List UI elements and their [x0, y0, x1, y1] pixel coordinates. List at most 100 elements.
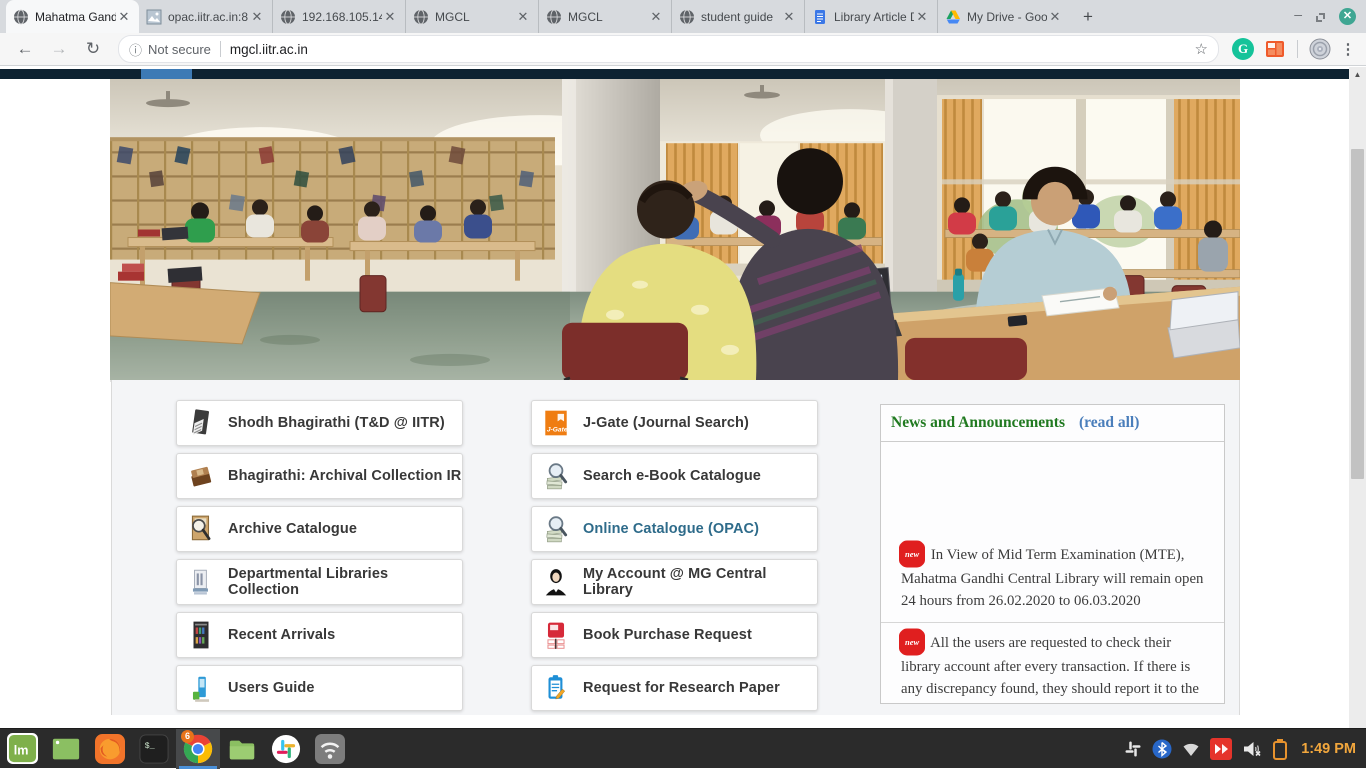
browser-tab[interactable]: student guide ✕ [671, 0, 804, 33]
browser-tab[interactable]: My Drive - Goo ✕ [937, 0, 1070, 33]
library-link-button[interactable]: Recent Arrivals [176, 612, 463, 658]
network-tray-icon[interactable] [1181, 739, 1201, 759]
library-link-button[interactable]: Search e-Book Catalogue [531, 453, 818, 499]
tab-title: 192.168.105.14 [302, 10, 382, 24]
tab-close-icon[interactable]: ✕ [648, 9, 664, 25]
library-link-button[interactable]: Archive Catalogue [176, 506, 463, 552]
forward-button[interactable]: → [46, 36, 72, 62]
browser-tab[interactable]: opac.iitr.ac.in:8 ✕ [139, 0, 272, 33]
library-link-button[interactable]: Bhagirathi: Archival Collection IR [176, 453, 463, 499]
sync-app-tray-icon[interactable] [1210, 738, 1232, 760]
globe-favicon [546, 9, 562, 25]
shelf-icon [188, 620, 214, 650]
bluetooth-tray-icon[interactable] [1152, 739, 1172, 759]
bookmark-star-icon[interactable]: ☆ [1195, 40, 1208, 58]
tab-title: MGCL [435, 10, 515, 24]
network-manager-launcher-icon[interactable] [308, 729, 352, 769]
chrome-badge: 6 [181, 730, 194, 743]
library-link-button[interactable]: Shodh Bhagirathi (T&D @ IITR) [176, 400, 463, 446]
mint-menu-button[interactable]: lm [0, 729, 44, 769]
library-link-button[interactable]: My Account @ MG Central Library [531, 559, 818, 605]
system-tray: 1:49 PM [1123, 738, 1366, 760]
svg-text:lm: lm [13, 743, 28, 757]
tab-title: MGCL [568, 10, 648, 24]
toolbar-separator [1297, 40, 1298, 58]
browser-tab[interactable]: 192.168.105.14 ✕ [272, 0, 405, 33]
browser-tab[interactable]: MGCL ✕ [405, 0, 538, 33]
window-restore-button[interactable] [1316, 9, 1325, 25]
page-nav-bar [0, 69, 1349, 79]
browser-toolbar: ← → ↻ ⓘ Not secure mgcl.iitr.ac.in ☆ G ⋮ [0, 33, 1366, 66]
paper-icon [543, 673, 569, 703]
profile-avatar[interactable] [1309, 38, 1331, 60]
globe-favicon [13, 9, 29, 25]
news-text: All the users are requested to check the… [901, 635, 1199, 697]
button-label: Book Purchase Request [583, 627, 752, 643]
web-page: Shodh Bhagirathi (T&D @ IITR) Bhagirathi… [0, 67, 1366, 728]
show-desktop-button[interactable] [44, 729, 88, 769]
tab-close-icon[interactable]: ✕ [1047, 9, 1063, 25]
volume-muted-icon[interactable] [1241, 738, 1263, 760]
taskbar-clock[interactable]: 1:49 PM [1301, 741, 1356, 757]
tab-close-icon[interactable]: ✕ [249, 9, 265, 25]
library-link-button[interactable]: Departmental Libraries Collection [176, 559, 463, 605]
account-icon [543, 567, 569, 597]
library-link-button[interactable]: Request for Research Paper [531, 665, 818, 711]
tab-strip: Mahatma Gand ✕ opac.iitr.ac.in:8 ✕ 192.1… [0, 0, 1070, 33]
slack-launcher-icon[interactable] [264, 729, 308, 769]
info-icon[interactable]: ⓘ [129, 40, 142, 59]
library-link-button[interactable]: Online Catalogue (OPAC) [531, 506, 818, 552]
browser-menu-icon[interactable]: ⋮ [1338, 40, 1358, 58]
tab-close-icon[interactable]: ✕ [781, 9, 797, 25]
address-bar[interactable]: ⓘ Not secure mgcl.iitr.ac.in ☆ [118, 35, 1219, 63]
omnibox-divider [220, 41, 221, 57]
library-link-button[interactable]: Book Purchase Request [531, 612, 818, 658]
archivecat-icon [188, 514, 214, 544]
chrome-launcher-icon[interactable]: 6 [176, 729, 220, 769]
library-link-button[interactable]: J-Gate J-Gate (Journal Search) [531, 400, 818, 446]
new-badge-icon: new [901, 542, 923, 566]
url-text: mgcl.iitr.ac.in [230, 42, 308, 57]
button-label: Search e-Book Catalogue [583, 468, 761, 484]
tab-close-icon[interactable]: ✕ [382, 9, 398, 25]
scrollbar[interactable]: ▲ [1349, 67, 1366, 728]
window-close-button[interactable]: ✕ [1339, 8, 1356, 25]
reload-button[interactable]: ↻ [80, 36, 106, 62]
browser-tab[interactable]: Library Article D ✕ [804, 0, 937, 33]
tab-close-icon[interactable]: ✕ [116, 9, 132, 25]
browser-tab-bar: Mahatma Gand ✕ opac.iitr.ac.in:8 ✕ 192.1… [0, 0, 1366, 33]
browser-tab[interactable]: MGCL ✕ [538, 0, 671, 33]
scroll-up-icon[interactable]: ▲ [1349, 70, 1366, 79]
firefox-launcher-icon[interactable] [88, 729, 132, 769]
browser-tab[interactable]: Mahatma Gand ✕ [6, 0, 139, 33]
globe-favicon [280, 9, 296, 25]
read-all-link[interactable]: (read all) [1079, 414, 1139, 432]
button-label: Online Catalogue (OPAC) [583, 521, 759, 537]
terminal-launcher-icon[interactable]: $_ [132, 729, 176, 769]
grammarly-extension-icon[interactable]: G [1232, 38, 1254, 60]
guide-icon [188, 673, 214, 703]
docs-favicon [812, 9, 828, 25]
booksearch-icon [543, 461, 569, 491]
new-tab-button[interactable]: + [1074, 3, 1102, 31]
news-text: In View of Mid Term Examination (MTE), M… [901, 547, 1203, 609]
button-label: Bhagirathi: Archival Collection IR [228, 468, 461, 484]
button-label: Departmental Libraries Collection [228, 566, 462, 598]
active-nav-item[interactable] [141, 69, 192, 79]
library-photo-image [110, 79, 1240, 382]
slack-tray-icon[interactable] [1123, 739, 1143, 759]
files-launcher-icon[interactable] [220, 729, 264, 769]
restore-icon [1316, 13, 1325, 22]
button-label: Users Guide [228, 680, 315, 696]
window-minimize-button[interactable]: – [1294, 6, 1302, 22]
tab-close-icon[interactable]: ✕ [914, 9, 930, 25]
scrollbar-thumb[interactable] [1351, 149, 1364, 479]
battery-tray-icon[interactable] [1272, 738, 1288, 760]
library-link-button[interactable]: Users Guide [176, 665, 463, 711]
extension-icon[interactable] [1264, 38, 1286, 60]
back-button[interactable]: ← [12, 36, 38, 62]
button-label: J-Gate (Journal Search) [583, 415, 749, 431]
tab-close-icon[interactable]: ✕ [515, 9, 531, 25]
svg-text:J-Gate: J-Gate [547, 427, 568, 434]
news-spacer [881, 442, 1224, 535]
